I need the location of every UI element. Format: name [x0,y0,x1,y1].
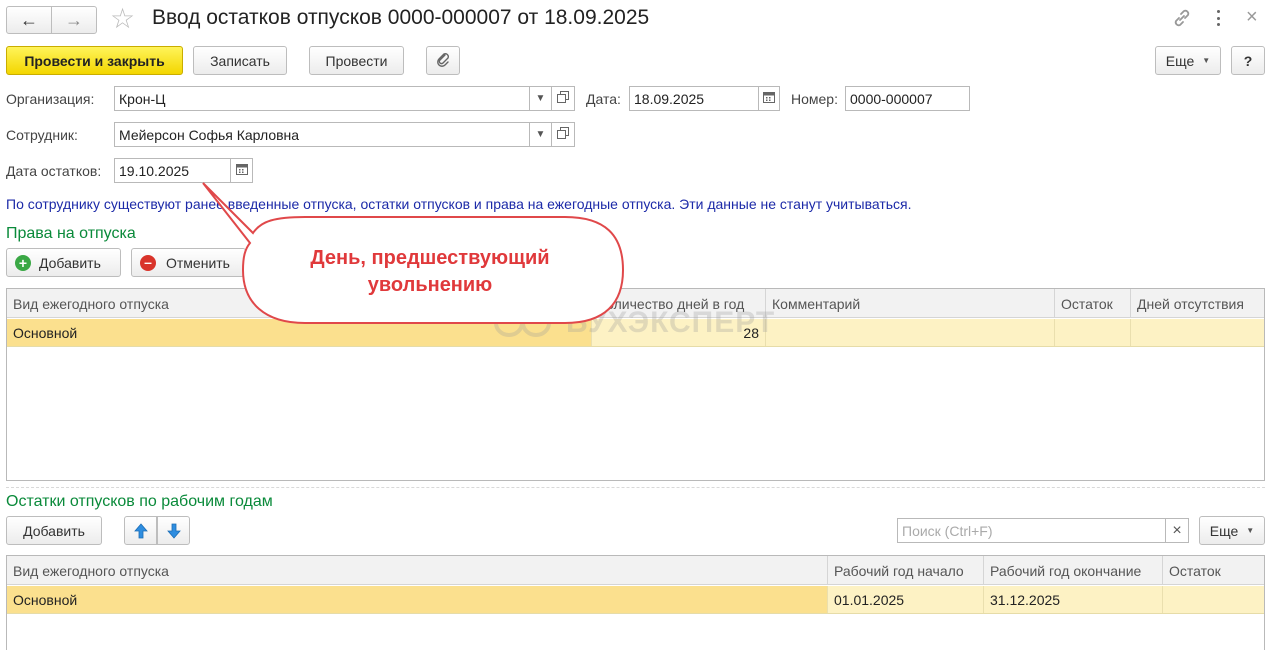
balances-table[interactable]: Вид ежегодного отпуска Рабочий год начал… [6,555,1265,650]
org-dropdown-button[interactable]: ▼ [529,86,552,111]
arrow-down-icon [166,523,181,539]
org-open-button[interactable] [551,86,575,111]
arrow-right-icon: → [65,9,83,30]
link-icon[interactable] [1171,7,1193,29]
more-button[interactable]: Еще ▼ [1155,46,1221,75]
callout-text: День, предшествующий увольнению [310,247,550,296]
dropdown-arrow-icon: ▼ [535,129,546,140]
calendar-icon [763,91,775,106]
balances-add-button[interactable]: Добавить [6,516,102,545]
employee-dropdown-button[interactable]: ▼ [529,122,552,147]
paperclip-icon [435,51,451,70]
rights-col-comment[interactable]: Комментарий [766,289,1055,318]
rights-add-label: Добавить [39,254,101,271]
more-label: Еще [1165,52,1195,69]
balances-col-type[interactable]: Вид ежегодного отпуска [7,556,828,585]
plus-circle-icon: + [15,254,31,271]
date-label: Дата: [586,91,621,107]
balances-col-balance[interactable]: Остаток [1163,556,1264,585]
balances-cell-type: Основной [7,586,828,613]
balances-cell-end: 31.12.2025 [984,586,1163,613]
balances-more-label: Еще [1209,522,1239,539]
more-vertical-icon[interactable] [1214,8,1222,28]
search-input[interactable]: Поиск (Ctrl+F) [897,518,1166,543]
attach-button[interactable] [426,46,460,75]
employee-label: Сотрудник: [6,127,78,143]
rights-cell-comment [766,319,1055,346]
balances-table-header: Вид ежегодного отпуска Рабочий год начал… [7,556,1264,585]
employee-open-button[interactable] [551,122,575,147]
org-field[interactable]: Крон-Ц [114,86,530,111]
balances-more-button[interactable]: Еще ▼ [1199,516,1265,545]
window-title: Ввод остатков отпусков 0000-000007 от 18… [152,6,650,29]
rights-col-absent[interactable]: Дней отсутствия [1131,289,1264,318]
move-up-button[interactable] [124,516,157,545]
open-window-icon [557,127,569,142]
dropdown-arrow-icon: ▼ [1202,56,1211,65]
rights-cell-absent [1131,319,1264,346]
post-button[interactable]: Провести [309,46,404,75]
balance-date-label: Дата остатков: [6,163,102,179]
date-calendar-button[interactable] [758,86,780,111]
number-label: Номер: [791,91,838,107]
back-button[interactable]: ← [6,6,52,34]
employee-field[interactable]: Мейерсон Софья Карловна [114,122,530,147]
dropdown-arrow-icon: ▼ [1246,526,1255,535]
balances-col-end[interactable]: Рабочий год окончание [984,556,1163,585]
number-field[interactable]: 0000-000007 [845,86,970,111]
search-clear-button[interactable]: × [1165,518,1189,543]
minus-circle-icon: – [140,254,156,271]
arrow-up-icon [133,522,148,538]
help-button[interactable]: ? [1231,46,1265,75]
close-icon[interactable]: × [1246,6,1258,29]
date-field[interactable]: 18.09.2025 [629,86,759,111]
rights-col-balance[interactable]: Остаток [1055,289,1131,318]
table-row[interactable]: Основной 01.01.2025 31.12.2025 [7,586,1264,614]
arrow-left-icon: ← [20,9,38,30]
balances-col-start[interactable]: Рабочий год начало [828,556,984,585]
dropdown-arrow-icon: ▼ [535,93,546,104]
open-window-icon [557,91,569,106]
section-divider [6,487,1265,488]
clear-icon: × [1172,521,1182,539]
favorite-star-icon[interactable]: ☆ [110,3,135,35]
forward-button[interactable]: → [51,6,97,34]
org-label: Организация: [6,91,95,107]
rights-add-button[interactable]: + Добавить [6,248,121,277]
post-and-close-button[interactable]: Провести и закрыть [6,46,183,75]
balances-cell-balance [1163,586,1264,613]
rights-section-title: Права на отпуска [6,225,136,242]
save-button[interactable]: Записать [193,46,287,75]
move-down-button[interactable] [157,516,190,545]
balances-section-title: Остатки отпусков по рабочим годам [6,493,273,510]
balances-cell-start: 01.01.2025 [828,586,984,613]
rights-cell-balance [1055,319,1131,346]
